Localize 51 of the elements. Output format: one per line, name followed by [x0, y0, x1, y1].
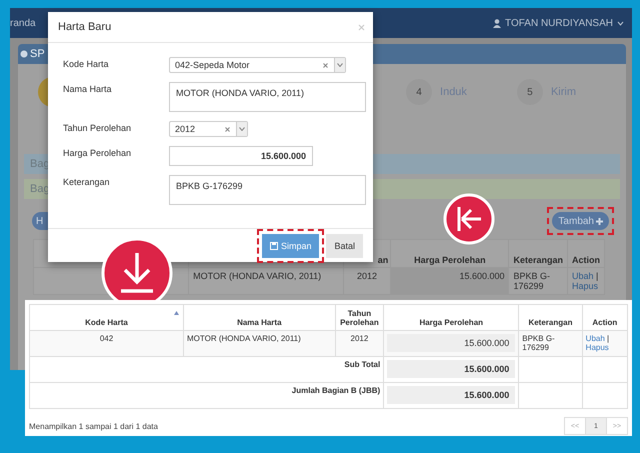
column-header: Action — [568, 240, 604, 268]
text-area[interactable]: BPKB G-176299 — [169, 175, 366, 205]
plus-icon — [596, 218, 603, 224]
table-cell: BPKB G-176299 — [508, 268, 568, 294]
total-label: Jumlah Bagian B (JBB) — [30, 382, 384, 408]
caret-icon — [337, 63, 343, 67]
field-label: Tahun Perolehan — [63, 122, 132, 135]
clear-icon — [224, 126, 231, 132]
table-cell: 042 — [30, 330, 184, 356]
dialog-title: Harta Baru — [58, 21, 112, 33]
user-name[interactable]: TOFAN NURDIYANSAH — [505, 18, 613, 28]
amount-field: 15.600.000 — [387, 360, 516, 378]
breadcrumb[interactable]: randa — [10, 18, 36, 28]
table-cell: 15.600.000 — [390, 268, 509, 294]
sort-icon — [174, 311, 179, 315]
user-icon — [493, 18, 502, 28]
table-cell: BPKB G-176299 — [518, 330, 582, 356]
action-link[interactable]: Hapus — [586, 343, 609, 352]
column-header: Keterangan — [508, 240, 568, 268]
column-header[interactable]: Harga Perolehan — [384, 304, 519, 330]
step-number: 5 — [516, 79, 543, 105]
field-label: Kode Harta — [63, 58, 110, 71]
field-label: Harga Perolehan — [63, 147, 132, 160]
column-header[interactable]: Nama Harta — [183, 304, 336, 330]
table-cell: MOTOR (HONDA VARIO, 2011) — [183, 330, 336, 356]
table-cell: 2012 — [335, 330, 384, 356]
cancel-button[interactable]: Batal — [326, 234, 363, 258]
action-link[interactable]: Ubah — [586, 334, 605, 343]
select-field[interactable]: 042-Sepeda Motor — [169, 57, 346, 73]
table-cell: MOTOR (HONDA VARIO, 2011) — [188, 268, 344, 294]
amount-field: 15.600.000 — [387, 334, 516, 352]
text-area[interactable]: MOTOR (HONDA VARIO, 2011) — [169, 82, 366, 112]
close-icon — [358, 24, 365, 30]
arrow-left-icon — [443, 193, 495, 245]
caret-icon — [617, 20, 624, 26]
field-label: Nama Harta — [63, 83, 113, 96]
separator: | — [596, 271, 598, 281]
select-field[interactable]: 2012 — [169, 121, 248, 137]
panel-title: SP — [30, 48, 45, 60]
clear-icon — [322, 62, 329, 68]
table-info: Menampilkan 1 sampai 1 dari 1 data — [29, 422, 158, 430]
info-icon — [20, 50, 28, 58]
separator: | — [607, 334, 610, 343]
caret-icon — [239, 127, 245, 131]
input-field[interactable]: 15.600.000 — [169, 146, 313, 166]
total-label: Sub Total — [30, 356, 384, 382]
amount-field: 15.600.000 — [387, 386, 516, 404]
floppy-icon — [270, 242, 278, 250]
step-number: 4 — [406, 79, 432, 105]
column-header[interactable]: Kode Harta — [30, 304, 184, 330]
field-label: Keterangan — [63, 176, 111, 189]
